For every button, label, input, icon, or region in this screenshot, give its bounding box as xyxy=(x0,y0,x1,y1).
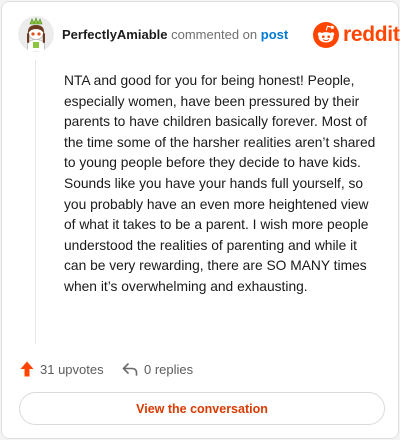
upvote-count[interactable]: 31 upvotes xyxy=(20,359,104,379)
thread-line xyxy=(35,60,36,344)
reddit-snoo-icon xyxy=(313,22,339,48)
avatar-icon xyxy=(18,16,54,52)
comment-body: NTA and good for you for being honest! P… xyxy=(64,73,376,294)
username-link[interactable]: PerfectlyAmiable xyxy=(62,27,168,42)
reply-count[interactable]: 0 replies xyxy=(122,359,193,379)
view-conversation-button[interactable]: View the conversation xyxy=(19,392,385,425)
reply-count-label: 0 replies xyxy=(144,361,194,377)
upvote-arrow-icon xyxy=(20,361,34,377)
comment-header: PerfectlyAmiable commented on post xyxy=(62,27,288,43)
upvote-count-label: 31 upvotes xyxy=(40,361,104,377)
brand-wordmark: reddit xyxy=(343,23,400,46)
reply-arrow-icon xyxy=(122,363,138,376)
comment-card: PerfectlyAmiable commented on post reddi… xyxy=(1,1,400,439)
user-avatar[interactable] xyxy=(18,16,54,52)
action-text: commented on xyxy=(171,27,258,42)
reddit-logo[interactable]: reddit xyxy=(313,22,400,48)
post-link[interactable]: post xyxy=(261,27,288,42)
